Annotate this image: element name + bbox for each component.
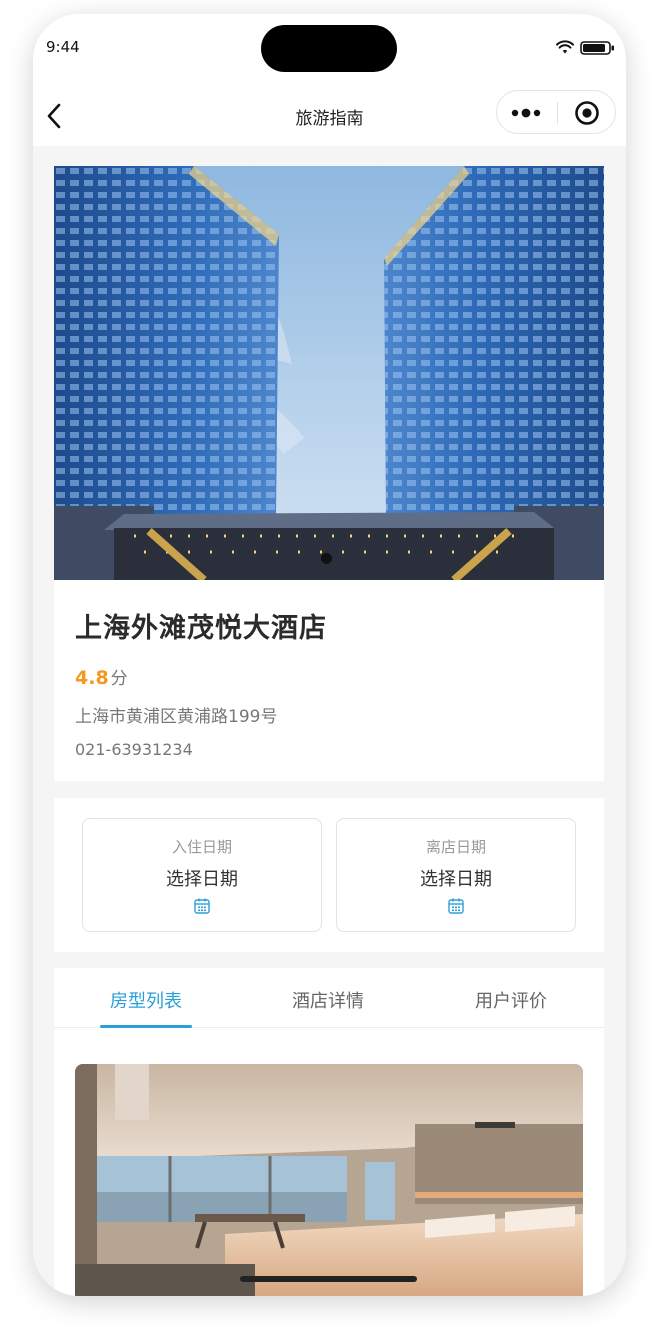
checkin-value: 选择日期 bbox=[166, 869, 238, 890]
hotel-photo bbox=[54, 166, 604, 580]
checkin-label: 入住日期 bbox=[171, 838, 232, 856]
hotel-info-card: 上海外滩茂悦大酒店 4.8 分 上海市黄浦区黄浦路199号 021-6393123… bbox=[54, 580, 604, 781]
hotel-phone[interactable]: 021-63931234 bbox=[75, 740, 193, 759]
hotel-name: 上海外滩茂悦大酒店 bbox=[75, 613, 327, 644]
calendar-icon bbox=[194, 898, 210, 914]
home-indicator bbox=[240, 1276, 417, 1282]
tabs-card: 房型列表 酒店详情 用户评价 bbox=[54, 968, 604, 1296]
hotel-address: 上海市黄浦区黄浦路199号 bbox=[75, 707, 278, 727]
room-photo bbox=[75, 1064, 583, 1296]
mini-program-capsule bbox=[496, 90, 616, 134]
carousel-indicator-dot[interactable] bbox=[321, 553, 332, 564]
checkout-label: 离店日期 bbox=[425, 838, 486, 856]
tab-bar: 房型列表 酒店详情 用户评价 bbox=[54, 968, 604, 1028]
checkout-date-picker[interactable]: 离店日期 选择日期 bbox=[336, 818, 576, 932]
target-icon[interactable] bbox=[574, 100, 600, 126]
rating-score: 4.8 bbox=[75, 667, 109, 689]
tab-user-reviews[interactable]: 用户评价 bbox=[446, 987, 576, 1013]
status-time: 9:44 bbox=[46, 38, 80, 56]
nav-bar: 旅游指南 bbox=[33, 84, 626, 146]
status-bar: 9:44 bbox=[33, 14, 626, 84]
checkout-value: 选择日期 bbox=[420, 869, 492, 890]
tab-room-list[interactable]: 房型列表 bbox=[81, 987, 211, 1013]
checkin-date-picker[interactable]: 入住日期 选择日期 bbox=[82, 818, 322, 932]
capsule-divider bbox=[557, 102, 558, 124]
calendar-icon bbox=[448, 898, 464, 914]
battery-icon bbox=[580, 41, 614, 55]
phone-frame: 9:44 旅游指南 上海外滩茂悦大酒店 4.8 分 上海市黄浦区黄浦路199号 … bbox=[33, 14, 626, 1296]
rating-unit: 分 bbox=[110, 669, 128, 689]
active-tab-indicator bbox=[100, 1025, 192, 1028]
more-dots-icon[interactable] bbox=[511, 105, 543, 121]
tab-hotel-details[interactable]: 酒店详情 bbox=[263, 987, 393, 1013]
hotel-rating: 4.8 分 bbox=[75, 664, 128, 689]
date-selector-card: 入住日期 选择日期 离店日期 选择日期 bbox=[54, 798, 604, 952]
room-image[interactable] bbox=[75, 1064, 583, 1296]
wifi-icon bbox=[556, 40, 574, 54]
dynamic-island bbox=[261, 25, 397, 72]
hotel-hero-image[interactable] bbox=[54, 166, 604, 580]
